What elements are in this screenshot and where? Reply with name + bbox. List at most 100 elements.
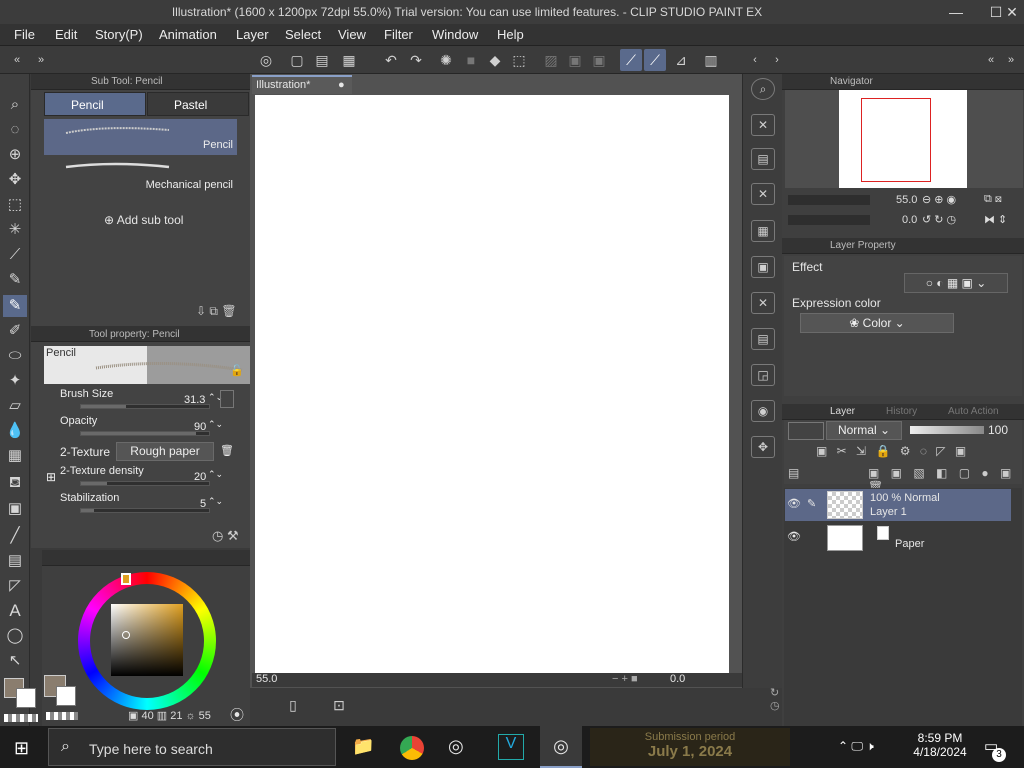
redo-icon[interactable]: ↷ [405, 49, 427, 71]
layer-color-dropdown[interactable] [788, 422, 824, 440]
save-preset-icon[interactable]: ⇩ [196, 304, 206, 318]
decoration-icon[interactable]: ✦ [3, 370, 27, 392]
snap-ruler-icon[interactable]: ⟋ [620, 49, 642, 71]
opacity-value[interactable]: 90 [194, 421, 206, 433]
windows-start-icon[interactable]: ⊞ [14, 738, 29, 759]
effect-buttons[interactable]: ○ ◐ ▦ ▣ ⌄ [904, 273, 1008, 293]
stabilization-slider[interactable] [80, 508, 210, 513]
document-tab[interactable]: Illustration* ● [252, 75, 352, 94]
eyedropper-icon[interactable]: ⟋ [3, 244, 27, 266]
menu-filter[interactable]: Filter [384, 27, 413, 42]
expand-icon[interactable]: ⊞ [46, 470, 56, 484]
nav-zoom-value[interactable]: 55.0 [896, 194, 917, 206]
menu-file[interactable]: File [14, 27, 35, 42]
crop-icon[interactable]: ▣ [564, 49, 586, 71]
material-3-icon[interactable]: ✕ [751, 183, 775, 205]
correct-line-icon[interactable]: ↖ [3, 650, 27, 672]
device-icon[interactable]: ▥ [700, 49, 722, 71]
transparent-color-swatch[interactable] [4, 714, 38, 722]
search-panel-icon[interactable]: ⌕ [751, 78, 775, 100]
color-mode-icon[interactable]: ⦿ [230, 705, 244, 725]
expand-left-icon[interactable]: » [30, 49, 52, 71]
menu-view[interactable]: View [338, 27, 366, 42]
transform-icon[interactable]: ⬚ [508, 49, 530, 71]
pen-icon[interactable]: ✎ [3, 269, 27, 291]
collapse-right-icon[interactable]: ‹ [744, 49, 766, 71]
brush-size-value[interactable]: 31.3 [184, 394, 205, 406]
right-collapse-icon[interactable]: « [980, 49, 1002, 71]
paper-row[interactable]: 👁 Paper [785, 522, 1011, 554]
nav-zoom-buttons[interactable]: ⊖ ⊕ ◉ [922, 193, 956, 206]
blend-mode-dropdown[interactable]: Normal ⌄ [826, 421, 902, 440]
new-file-icon[interactable]: ▢ [286, 49, 308, 71]
menu-animation[interactable]: Animation [159, 27, 217, 42]
density-stepper-icon[interactable]: ⌃⌄ [208, 469, 223, 480]
nav-rotate-slider[interactable] [788, 215, 870, 225]
blend-icon[interactable]: 💧 [3, 420, 27, 442]
timeline-icon[interactable]: ▯ [282, 694, 304, 716]
bucket-icon[interactable]: ⛾ [3, 472, 27, 494]
navigator-view[interactable] [785, 90, 1023, 188]
auto-select-icon[interactable]: ✳ [3, 219, 27, 241]
move-icon[interactable]: ✥ [3, 169, 27, 191]
loading-icon[interactable]: ✺ [435, 49, 457, 71]
layer-opacity-slider[interactable] [910, 426, 984, 434]
expression-color-dropdown[interactable]: ❀ Color ⌄ [800, 313, 954, 333]
ruler-icon[interactable]: ◸ [3, 575, 27, 597]
frame-view-icon[interactable]: ⊡ [328, 694, 350, 716]
nav-rotate-value[interactable]: 0.0 [902, 214, 917, 226]
stabilization-value[interactable]: 5 [200, 498, 206, 510]
menu-window[interactable]: Window [432, 27, 478, 42]
texture-delete-icon[interactable]: 🗑 [220, 444, 234, 457]
menu-help[interactable]: Help [497, 27, 524, 42]
zoom-controls[interactable]: − + ■ [612, 673, 638, 685]
tray-icons[interactable]: ⌃ 🖵 🕨 [838, 739, 874, 754]
tab-pastel[interactable]: Pastel [147, 92, 249, 116]
chrome-icon[interactable] [400, 736, 424, 760]
airbrush-icon[interactable]: ⬭ [3, 345, 27, 367]
frame-icon[interactable]: ▤ [3, 550, 27, 572]
clear-icon[interactable]: ■ [460, 49, 482, 71]
material-10-icon[interactable]: ✥ [751, 436, 775, 458]
nav-fit-icons[interactable]: ⧉ ⊠ [984, 193, 1002, 206]
copy-icon[interactable]: ⧉ [209, 304, 218, 318]
material-8-icon[interactable]: ◲ [751, 364, 775, 386]
eye-icon[interactable]: 👁 [787, 497, 801, 510]
material-4-icon[interactable]: ▦ [751, 220, 775, 242]
layer-option-icons[interactable]: ▣ ✂ ⇲ 🔒 ⚙ ◌ ◸ ▣ [816, 444, 969, 458]
undo-icon[interactable]: ↶ [380, 49, 402, 71]
material-6-icon[interactable]: ✕ [751, 292, 775, 314]
layer-opacity-value[interactable]: 100 [988, 423, 1008, 437]
canvas-zoom-value[interactable]: 55.0 [256, 673, 277, 685]
file-explorer-icon[interactable]: 📁 [352, 736, 374, 757]
brush-pencil[interactable]: Pencil [44, 119, 237, 155]
move-layer-icon[interactable]: ⊕ [3, 144, 27, 166]
selection-icon[interactable]: ⬚ [3, 194, 27, 216]
clock[interactable]: 8:59 PM 4/18/2024 [912, 731, 968, 759]
snap-special-icon[interactable]: ⟋ [644, 49, 666, 71]
color-transparent-swatch[interactable] [46, 712, 78, 720]
canvas-rotate-value[interactable]: 0.0 [670, 673, 685, 685]
open-file-icon[interactable]: ▤ [311, 49, 333, 71]
tab-history[interactable]: History [886, 406, 917, 417]
gradient-icon[interactable]: ▣ [3, 498, 27, 520]
material-icon[interactable]: ✕ [751, 114, 775, 136]
saturation-square[interactable] [111, 604, 183, 676]
text-icon[interactable]: A [3, 600, 27, 622]
pencil-tool-icon[interactable]: ✎ [3, 295, 27, 317]
visual-studio-icon[interactable]: V [498, 734, 524, 760]
texture-density-value[interactable]: 20 [194, 471, 206, 483]
paper-eye-icon[interactable]: 👁 [787, 530, 801, 543]
minimize-button[interactable]: — [944, 2, 968, 22]
stab-stepper-icon[interactable]: ⌃⌄ [208, 496, 223, 507]
invert-icon[interactable]: ▣ [588, 49, 610, 71]
tab-auto-action[interactable]: Auto Action [948, 406, 999, 417]
clip-studio-app-icon[interactable]: ◎ [448, 736, 464, 757]
clip-paint-active-icon[interactable]: ◎ [540, 726, 582, 768]
layer-menu-icon[interactable]: ▤ [788, 466, 799, 480]
operation-tool-icon[interactable]: ◌ [3, 119, 27, 141]
layer-row[interactable]: 👁 ✎ 100 % Normal Layer 1 [785, 489, 1011, 521]
color-sub-swatch[interactable] [56, 686, 76, 706]
delete-icon[interactable]: 🗑 [221, 304, 236, 318]
texture-density-slider[interactable] [80, 481, 210, 486]
